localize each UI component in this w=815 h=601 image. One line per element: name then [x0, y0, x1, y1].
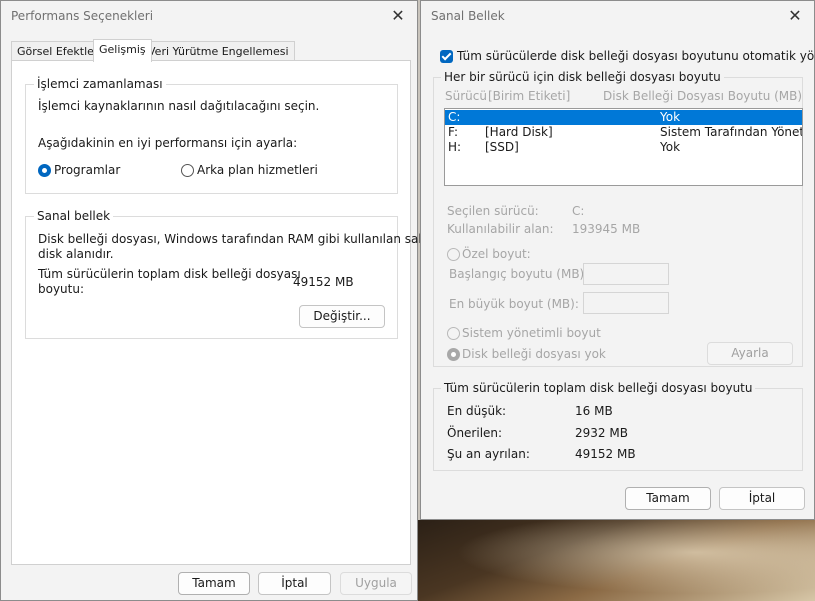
allocated-value: 49152 MB	[575, 447, 636, 461]
radio-icon	[447, 327, 460, 340]
processor-scheduling-group: İşlemci zamanlaması İşlemci kaynaklarını…	[25, 77, 398, 194]
allocated-label: Şu an ayrılan:	[447, 447, 530, 461]
cancel-button[interactable]: İptal	[719, 487, 805, 510]
drive-label: [Hard Disk]	[485, 125, 553, 139]
tab-label: Gelişmiş	[99, 43, 146, 56]
radio-label: Özel boyut:	[462, 247, 531, 261]
radio-label: Sistem yönetimli boyut	[462, 326, 601, 340]
drive-size: Yok	[660, 140, 681, 154]
close-icon[interactable]: ✕	[387, 5, 409, 27]
recommended-label: Önerilen:	[447, 426, 503, 440]
close-icon[interactable]: ✕	[784, 5, 806, 27]
set-button[interactable]: Ayarla	[707, 342, 793, 365]
radio-icon	[447, 248, 460, 261]
group-title: Her bir sürücü için disk belleği dosyası…	[441, 70, 724, 84]
radio-label: Disk belleği dosyası yok	[462, 347, 606, 361]
group-title: Sanal bellek	[34, 209, 114, 223]
drive-list[interactable]: C: Yok F: [Hard Disk] Sistem Tarafından …	[444, 108, 803, 186]
selected-drive-label: Seçilen sürücü:	[447, 204, 539, 218]
drive-row[interactable]: H: [SSD] Yok	[445, 140, 802, 155]
drive-letter: C:	[448, 110, 461, 124]
available-space-value: 193945 MB	[572, 222, 641, 236]
desktop-wallpaper	[415, 520, 815, 601]
title-bar: Performans Seçenekleri ✕	[1, 1, 417, 33]
selected-drive-value: C:	[572, 204, 585, 218]
drive-row[interactable]: C: Yok	[445, 110, 802, 125]
processor-prompt: Aşağıdakinin en iyi performansı için aya…	[38, 136, 298, 150]
initial-size-input[interactable]	[583, 263, 669, 285]
initial-size-label: Başlangıç boyutu (MB):	[449, 267, 589, 281]
tab-visual-effects[interactable]: Görsel Efektler	[11, 41, 105, 61]
column-header-drive: Sürücü	[445, 89, 487, 103]
tab-label: Görsel Efektler	[17, 45, 99, 58]
max-size-label: En büyük boyut (MB):	[449, 297, 579, 311]
tab-label: Veri Yürütme Engellemesi	[148, 45, 289, 58]
virtual-memory-description: Disk belleği dosyası, Windows tarafından…	[38, 232, 435, 246]
radio-icon	[38, 164, 51, 177]
column-header-volume-label: [Birim Etiketi]	[488, 89, 571, 103]
advanced-tab-panel: İşlemci zamanlaması İşlemci kaynaklarını…	[11, 60, 434, 565]
title-bar: Sanal Bellek ✕	[421, 1, 814, 33]
radio-icon	[181, 164, 194, 177]
drive-size: Yok	[660, 110, 681, 124]
window-title: Sanal Bellek	[431, 9, 505, 23]
virtual-memory-group: Sanal bellek Disk belleği dosyası, Windo…	[25, 209, 434, 339]
minimum-label: En düşük:	[447, 404, 507, 418]
checkbox-icon	[440, 50, 453, 63]
performance-options-window: Performans Seçenekleri ✕ Görsel Efektler…	[0, 0, 434, 601]
available-space-label: Kullanılabilir alan:	[447, 222, 554, 236]
total-paging-label: Tüm sürücülerin toplam disk belleği dosy…	[38, 267, 301, 281]
checkbox-label: Tüm sürücülerde disk belleği dosyası boy…	[457, 49, 815, 63]
minimum-value: 16 MB	[575, 404, 613, 418]
drive-row[interactable]: F: [Hard Disk] Sistem Tarafından Yönetil…	[445, 125, 802, 140]
recommended-value: 2932 MB	[575, 426, 628, 440]
drive-letter: H:	[448, 140, 462, 154]
apply-button[interactable]: Uygula	[340, 572, 412, 595]
tab-data-execution-prevention[interactable]: Veri Yürütme Engellemesi	[142, 41, 295, 61]
column-header-size: Disk Belleği Dosyası Boyutu (MB)	[603, 89, 803, 103]
cancel-button[interactable]: İptal	[258, 572, 331, 595]
total-paging-label-2: boyutu:	[38, 282, 85, 296]
drive-label: [SSD]	[485, 140, 519, 154]
radio-label: Arka plan hizmetleri	[197, 163, 318, 177]
group-title: İşlemci zamanlaması	[34, 77, 166, 91]
virtual-memory-description-2: disk alanıdır.	[38, 247, 114, 261]
ok-button[interactable]: Tamam	[178, 572, 250, 595]
max-size-input[interactable]	[583, 292, 669, 314]
radio-label: Programlar	[54, 163, 121, 177]
drive-size: Sistem Tarafından Yönetilen	[660, 125, 802, 139]
total-paging-value: 49152 MB	[293, 275, 354, 289]
tab-strip: Görsel Efektler Gelişmiş Veri Yürütme En…	[11, 39, 407, 62]
virtual-memory-window: Sanal Bellek ✕ Tüm sürücülerde disk bell…	[420, 0, 815, 520]
ok-button[interactable]: Tamam	[625, 487, 711, 510]
window-title: Performans Seçenekleri	[11, 9, 154, 23]
change-button[interactable]: Değiştir...	[299, 305, 385, 328]
radio-icon	[447, 348, 460, 361]
tab-advanced[interactable]: Gelişmiş	[93, 39, 152, 62]
drive-letter: F:	[448, 125, 459, 139]
group-title: Tüm sürücülerin toplam disk belleği dosy…	[441, 381, 756, 395]
processor-description: İşlemci kaynaklarının nasıl dağıtılacağı…	[38, 99, 320, 113]
